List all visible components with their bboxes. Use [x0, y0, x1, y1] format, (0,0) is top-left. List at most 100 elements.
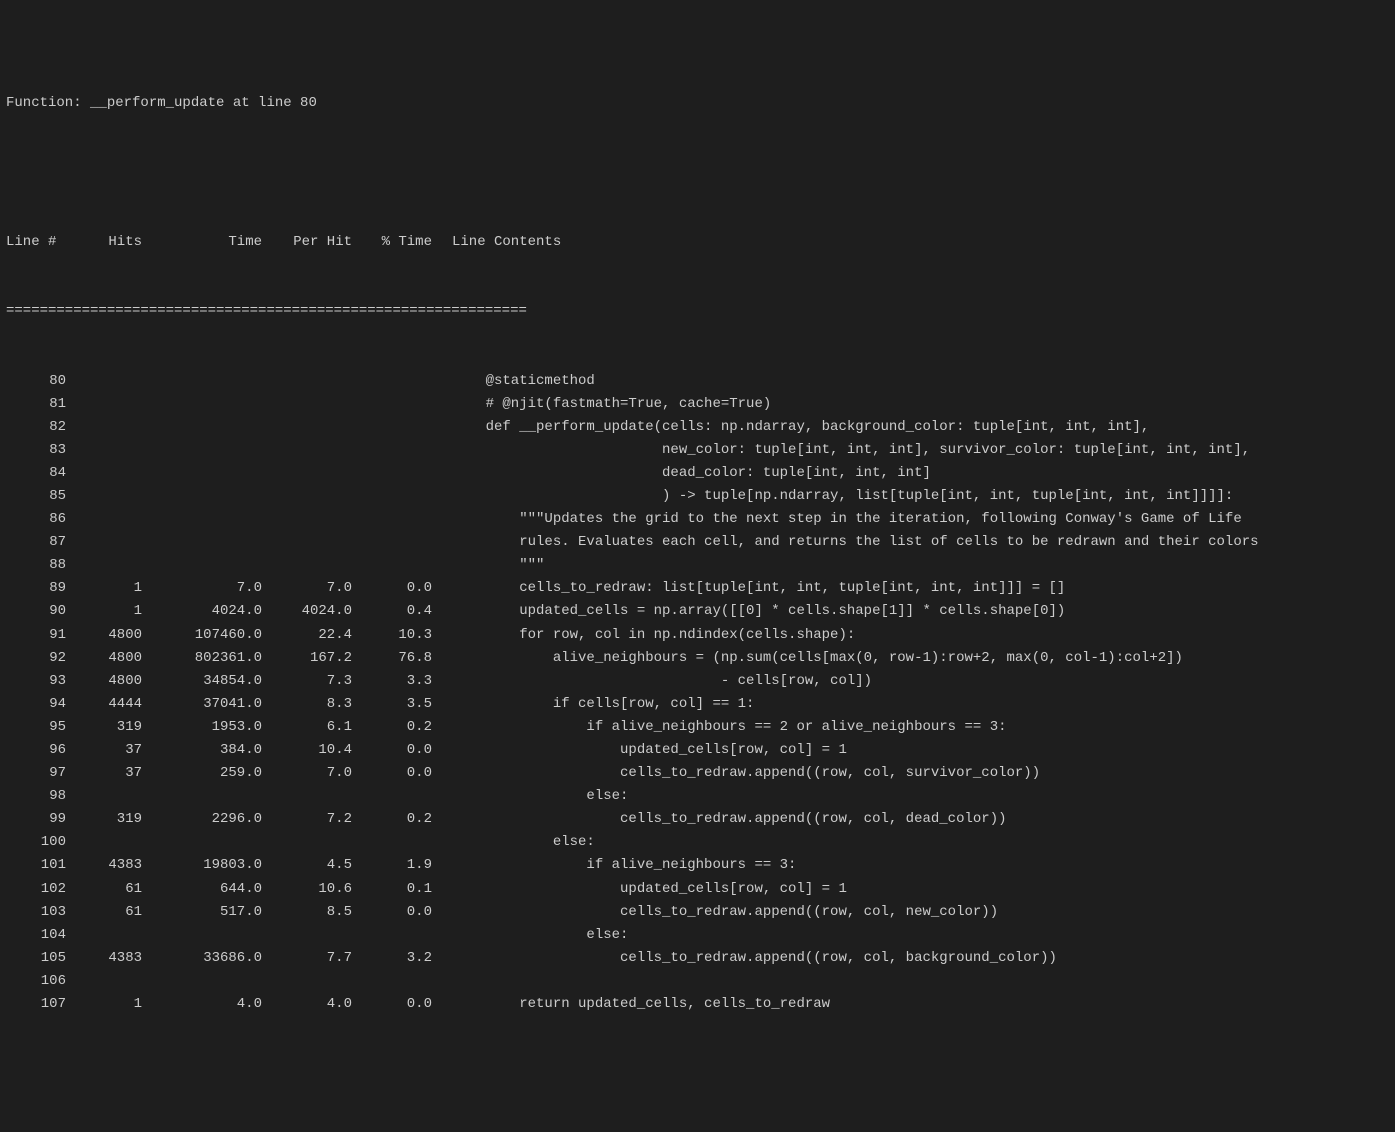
profiler-row: 85 ) -> tuple[np.ndarray, list[tuple[int…	[6, 485, 1389, 508]
cell-hits: 37	[66, 762, 142, 785]
profiler-row: 953191953.06.10.2 if alive_neighbours ==…	[6, 716, 1389, 739]
cell-code-contents: cells_to_redraw.append((row, col, surviv…	[432, 762, 1040, 785]
cell-time: 33686.0	[142, 947, 262, 970]
cell-time: 384.0	[142, 739, 262, 762]
cell-code-contents: for row, col in np.ndindex(cells.shape):	[432, 624, 855, 647]
cell-time: 1953.0	[142, 716, 262, 739]
cell-per-hit: 4.0	[262, 993, 352, 1016]
cell-percent-time: 3.3	[352, 670, 432, 693]
cell-hits: 4383	[66, 947, 142, 970]
cell-line-number: 90	[6, 600, 66, 623]
cell-per-hit: 8.5	[262, 901, 352, 924]
profiler-row: 106	[6, 970, 1389, 993]
profiler-row: 94444437041.08.33.5 if cells[row, col] =…	[6, 693, 1389, 716]
cell-code-contents: updated_cells[row, col] = 1	[432, 739, 847, 762]
cell-per-hit: 10.6	[262, 878, 352, 901]
cell-percent-time: 0.4	[352, 600, 432, 623]
cell-line-number: 93	[6, 670, 66, 693]
cell-per-hit: 7.0	[262, 577, 352, 600]
cell-line-number: 83	[6, 439, 66, 462]
cell-line-number: 97	[6, 762, 66, 785]
cell-line-number: 106	[6, 970, 66, 993]
cell-per-hit: 4.5	[262, 854, 352, 877]
cell-code-contents: """	[432, 554, 544, 577]
profiler-row: 993192296.07.20.2 cells_to_redraw.append…	[6, 808, 1389, 831]
cell-code-contents: updated_cells[row, col] = 1	[432, 878, 847, 901]
cell-code-contents: else:	[432, 831, 595, 854]
profiler-rows: 80 @staticmethod81 # @njit(fastmath=True…	[6, 370, 1389, 1017]
header-line-contents: Line Contents	[432, 231, 561, 254]
cell-per-hit: 22.4	[262, 624, 352, 647]
cell-line-number: 98	[6, 785, 66, 808]
cell-line-number: 85	[6, 485, 66, 508]
profiler-row: 101438319803.04.51.9 if alive_neighbours…	[6, 854, 1389, 877]
cell-time: 259.0	[142, 762, 262, 785]
profiler-row: 93480034854.07.33.3 - cells[row, col])	[6, 670, 1389, 693]
cell-code-contents: @staticmethod	[432, 370, 595, 393]
cell-line-number: 86	[6, 508, 66, 531]
cell-line-number: 95	[6, 716, 66, 739]
cell-line-number: 89	[6, 577, 66, 600]
cell-code-contents: cells_to_redraw.append((row, col, new_co…	[432, 901, 998, 924]
cell-line-number: 102	[6, 878, 66, 901]
cell-code-contents: if cells[row, col] == 1:	[432, 693, 754, 716]
cell-code-contents: dead_color: tuple[int, int, int]	[432, 462, 931, 485]
cell-hits: 4800	[66, 647, 142, 670]
cell-per-hit: 167.2	[262, 647, 352, 670]
cell-line-number: 81	[6, 393, 66, 416]
profiler-row: 9737259.07.00.0 cells_to_redraw.append((…	[6, 762, 1389, 785]
cell-percent-time: 3.5	[352, 693, 432, 716]
profiler-row: 924800802361.0167.276.8 alive_neighbours…	[6, 647, 1389, 670]
cell-line-number: 91	[6, 624, 66, 647]
cell-time: 37041.0	[142, 693, 262, 716]
cell-line-number: 92	[6, 647, 66, 670]
cell-code-contents: updated_cells = np.array([[0] * cells.sh…	[432, 600, 1065, 623]
header-line-number: Line #	[6, 231, 66, 254]
cell-line-number: 105	[6, 947, 66, 970]
cell-code-contents: """Updates the grid to the next step in …	[432, 508, 1242, 531]
profiler-row: 86 """Updates the grid to the next step …	[6, 508, 1389, 531]
cell-time: 4.0	[142, 993, 262, 1016]
blank-line	[6, 139, 1389, 162]
cell-code-contents: if alive_neighbours == 3:	[432, 854, 796, 877]
profiler-row: 10261644.010.60.1 updated_cells[row, col…	[6, 878, 1389, 901]
cell-percent-time: 0.0	[352, 577, 432, 600]
cell-percent-time: 0.0	[352, 901, 432, 924]
cell-hits: 1	[66, 600, 142, 623]
cell-line-number: 100	[6, 831, 66, 854]
cell-code-contents: alive_neighbours = (np.sum(cells[max(0, …	[432, 647, 1183, 670]
profiler-row: 82 def __perform_update(cells: np.ndarra…	[6, 416, 1389, 439]
profiler-row: 98 else:	[6, 785, 1389, 808]
header-hits: Hits	[66, 231, 142, 254]
cell-code-contents: ) -> tuple[np.ndarray, list[tuple[int, i…	[432, 485, 1233, 508]
cell-code-contents: new_color: tuple[int, int, int], survivo…	[432, 439, 1250, 462]
cell-line-number: 87	[6, 531, 66, 554]
cell-hits: 61	[66, 878, 142, 901]
cell-hits: 4383	[66, 854, 142, 877]
cell-line-number: 80	[6, 370, 66, 393]
profiler-row: 84 dead_color: tuple[int, int, int]	[6, 462, 1389, 485]
cell-percent-time: 10.3	[352, 624, 432, 647]
cell-percent-time: 3.2	[352, 947, 432, 970]
cell-hits: 4444	[66, 693, 142, 716]
cell-code-contents: cells_to_redraw.append((row, col, backgr…	[432, 947, 1057, 970]
cell-line-number: 82	[6, 416, 66, 439]
cell-time: 802361.0	[142, 647, 262, 670]
cell-code-contents: cells_to_redraw: list[tuple[int, int, tu…	[432, 577, 1065, 600]
header-percent-time: % Time	[352, 231, 432, 254]
profiler-row: 80 @staticmethod	[6, 370, 1389, 393]
cell-code-contents: def __perform_update(cells: np.ndarray, …	[432, 416, 1149, 439]
cell-per-hit: 7.2	[262, 808, 352, 831]
cell-hits: 37	[66, 739, 142, 762]
cell-time: 19803.0	[142, 854, 262, 877]
cell-hits: 1	[66, 577, 142, 600]
cell-percent-time: 76.8	[352, 647, 432, 670]
cell-per-hit: 7.0	[262, 762, 352, 785]
profiler-row: 8917.07.00.0 cells_to_redraw: list[tuple…	[6, 577, 1389, 600]
cell-time: 7.0	[142, 577, 262, 600]
cell-time: 517.0	[142, 901, 262, 924]
cell-hits: 1	[66, 993, 142, 1016]
cell-line-number: 96	[6, 739, 66, 762]
cell-hits: 319	[66, 808, 142, 831]
profiler-row: 100 else:	[6, 831, 1389, 854]
